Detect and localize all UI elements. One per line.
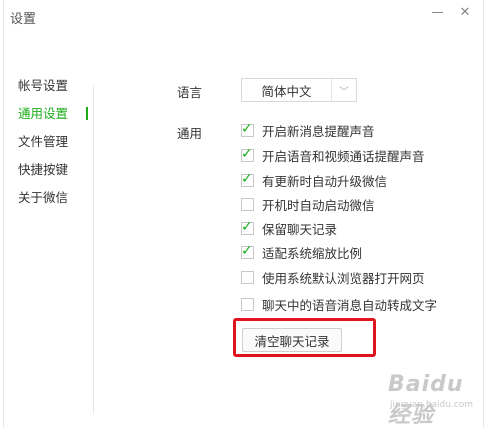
highlight-annotation — [233, 318, 376, 357]
option-voice-to-text[interactable]: 聊天中的语音消息自动转成文字 — [241, 295, 437, 313]
option-label: 有更新时自动升级微信 — [262, 173, 388, 189]
checkmark-icon: ✓ — [241, 145, 253, 162]
option-label: 开机时自动启动微信 — [262, 197, 375, 213]
window-border-right — [483, 0, 484, 428]
sidebar-item-label: 通用设置 — [18, 106, 69, 121]
checkbox[interactable] — [241, 270, 254, 284]
option-system-scaling[interactable]: ✓ 适配系统缩放比例 — [241, 243, 362, 261]
option-call-sound[interactable]: ✓ 开启语音和视频通话提醒声音 — [241, 146, 425, 164]
option-label: 使用系统默认浏览器打开网页 — [262, 270, 425, 286]
checkbox[interactable]: ✓ — [241, 120, 254, 137]
option-default-browser[interactable]: 使用系统默认浏览器打开网页 — [241, 268, 425, 286]
sidebar-item-label: 帐号设置 — [18, 78, 69, 93]
option-label: 开启新消息提醒声音 — [262, 123, 375, 139]
sidebar-divider — [93, 86, 94, 414]
watermark-url: jingyan.baidu.com — [390, 400, 474, 410]
checkbox[interactable]: ✓ — [241, 242, 254, 259]
option-keep-chat-history[interactable]: ✓ 保留聊天记录 — [241, 219, 337, 237]
checkbox[interactable] — [241, 297, 254, 311]
close-icon: ✕ — [459, 4, 471, 20]
checkbox[interactable]: ✓ — [241, 218, 254, 235]
window-border-left — [3, 0, 4, 428]
option-label: 聊天中的语音消息自动转成文字 — [262, 297, 438, 313]
general-label: 通用 — [177, 126, 203, 141]
option-auto-start[interactable]: 开机时自动启动微信 — [241, 195, 375, 213]
minimize-button[interactable] — [426, 2, 448, 22]
option-new-message-sound[interactable]: ✓ 开启新消息提醒声音 — [241, 121, 375, 139]
checkmark-icon: ✓ — [241, 218, 253, 235]
chevron-down-icon: ﹀ — [339, 86, 349, 98]
language-label: 语言 — [177, 85, 203, 100]
settings-window: 设置 ✕ 帐号设置 通用设置 文件管理 快捷按键 关于微信 语言 简体中文 ﹀ — [0, 0, 500, 428]
option-label: 保留聊天记录 — [262, 221, 338, 237]
window-controls: ✕ — [426, 2, 476, 22]
active-indicator — [86, 107, 88, 120]
language-select[interactable]: 简体中文 ﹀ — [241, 78, 357, 102]
window-title: 设置 — [10, 12, 37, 27]
watermark: Baidu 经验 jingyan.baidu.com — [388, 372, 488, 428]
option-label: 适配系统缩放比例 — [262, 245, 363, 261]
close-button[interactable]: ✕ — [454, 2, 476, 22]
language-select-value: 简体中文 — [261, 83, 312, 99]
checkbox[interactable]: ✓ — [241, 145, 254, 162]
minimize-icon — [431, 11, 443, 13]
checkmark-icon: ✓ — [241, 242, 253, 259]
sidebar-item-label: 快捷按键 — [18, 162, 69, 177]
sidebar-item-label: 文件管理 — [18, 134, 69, 149]
option-label: 开启语音和视频通话提醒声音 — [262, 148, 425, 164]
checkmark-icon: ✓ — [241, 170, 253, 187]
checkbox[interactable] — [241, 197, 254, 211]
option-auto-update[interactable]: ✓ 有更新时自动升级微信 — [241, 171, 387, 189]
sidebar-item-label: 关于微信 — [18, 190, 69, 205]
checkbox[interactable]: ✓ — [241, 170, 254, 187]
checkmark-icon: ✓ — [241, 120, 253, 137]
